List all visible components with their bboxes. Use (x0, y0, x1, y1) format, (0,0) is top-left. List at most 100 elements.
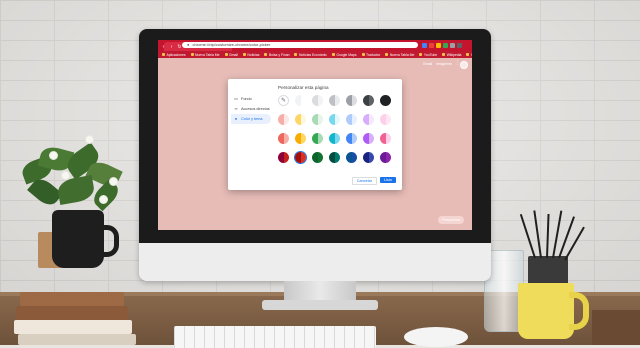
extension-icon[interactable] (429, 43, 434, 48)
swatch-right-half (283, 152, 289, 163)
screen: ‹ › ↻ ● chrome://ntp/customize-chrome/co… (158, 40, 472, 230)
swatch-right-half (351, 152, 357, 163)
address-bar[interactable]: ● chrome://ntp/customize-chrome/color-pi… (182, 42, 418, 48)
bookmark-item[interactable]: Bolsa y Finan (264, 53, 289, 57)
swatch-right-half (334, 114, 340, 125)
color-swatch[interactable] (278, 133, 289, 144)
done-button[interactable]: Listo (379, 177, 396, 183)
color-swatch[interactable] (346, 95, 357, 106)
bookmark-item[interactable]: YouTube (419, 53, 437, 57)
bookmark-label: Aplicaciones (166, 52, 186, 57)
color-swatch[interactable] (346, 133, 357, 144)
bookmark-favicon-icon (331, 53, 335, 56)
color-swatch[interactable] (278, 114, 289, 125)
swatch-right-half (385, 133, 391, 144)
color-swatch[interactable] (312, 152, 323, 163)
bookmark-label: YouTube (423, 52, 438, 57)
extension-icon[interactable] (443, 43, 448, 48)
swatch-right-half (351, 114, 357, 125)
book (16, 306, 128, 320)
color-swatch[interactable] (329, 114, 340, 125)
bookmark-item[interactable]: Aplicaciones (162, 53, 186, 57)
color-swatch[interactable] (363, 114, 374, 125)
bookmark-label: Nueva Tabla Me (389, 52, 415, 57)
bookmark-item[interactable]: Noticias (242, 53, 259, 57)
color-swatch[interactable] (312, 114, 323, 125)
color-swatch[interactable] (346, 114, 357, 125)
color-swatch[interactable] (295, 133, 306, 144)
bookmark-favicon-icon (190, 53, 194, 56)
color-swatch[interactable] (295, 95, 306, 106)
plant-pot-handle (98, 225, 119, 257)
link-icon: ∞ (234, 106, 238, 111)
flower (50, 152, 57, 159)
book (14, 320, 132, 334)
color-swatch[interactable] (295, 152, 306, 163)
eyedropper-icon: ✎ (280, 98, 287, 104)
bookmark-item[interactable]: Gmail (224, 53, 238, 57)
color-swatch[interactable] (312, 133, 323, 144)
swatch-right-half (334, 95, 340, 106)
swatch-right-half (283, 133, 289, 144)
color-swatch[interactable] (329, 133, 340, 144)
bookmark-item[interactable]: Wikipedia (442, 53, 461, 57)
bookmark-item[interactable]: Google Maps (331, 53, 357, 57)
swatch-right-half (368, 95, 374, 106)
swatch-right-half (351, 95, 357, 106)
color-swatch[interactable] (278, 152, 289, 163)
swatch-right-half (368, 133, 374, 144)
color-swatch[interactable] (329, 95, 340, 106)
wooden-box (592, 310, 640, 345)
nav-item-2[interactable]: ● Color y tema (231, 114, 271, 124)
bookmark-item[interactable]: Ver todos (466, 53, 472, 57)
dialog-actions: Cancelar Listo (351, 177, 396, 185)
monitor-stand-base (262, 300, 378, 310)
color-swatch[interactable] (295, 114, 306, 125)
bookmark-favicon-icon (385, 53, 389, 56)
color-swatch[interactable] (329, 152, 340, 163)
custom-color-swatch[interactable]: ✎ (278, 95, 289, 106)
color-swatch[interactable] (380, 95, 391, 106)
bookmark-favicon-icon (442, 53, 446, 56)
customize-button[interactable]: Personalizar (438, 216, 464, 224)
color-swatch[interactable] (363, 95, 374, 106)
color-swatch[interactable] (380, 114, 391, 125)
nav-item-label: Color y tema (241, 117, 263, 121)
address-bar-url: chrome://ntp/customize-chrome/color-pick… (192, 42, 271, 47)
palette-icon: ● (234, 116, 238, 121)
avatar[interactable] (460, 61, 468, 69)
yellow-mug (518, 283, 574, 339)
gmail-link[interactable]: Gmail (423, 62, 432, 66)
bookmark-favicon-icon (361, 53, 365, 56)
nav-item-0[interactable]: ▭ Fondo (231, 94, 271, 104)
bookmark-favicon-icon (224, 53, 228, 56)
swatch-right-half (317, 114, 323, 125)
bookmark-item[interactable]: Nueva Tabla Me (190, 53, 220, 57)
flower (86, 136, 93, 143)
forward-icon[interactable]: › (169, 45, 174, 50)
dialog-title: Personalizar esta página (278, 85, 329, 90)
color-swatch[interactable] (363, 133, 374, 144)
color-swatch[interactable] (363, 152, 374, 163)
extension-icon[interactable] (422, 43, 427, 48)
bookmark-label: Wikipedia (446, 52, 462, 57)
color-swatch[interactable] (312, 95, 323, 106)
top-links: Gmail Imágenes (423, 62, 452, 66)
bookmark-label: Traductor (366, 52, 381, 57)
color-swatch[interactable] (380, 152, 391, 163)
bookmark-item[interactable]: Nueva Tabla Me (385, 53, 414, 57)
color-swatch[interactable] (346, 152, 357, 163)
back-icon[interactable]: ‹ (161, 45, 166, 50)
mouse (404, 327, 468, 347)
bookmark-label: Noticias Económic (298, 52, 327, 57)
extension-icon[interactable] (457, 43, 462, 48)
bookmark-item[interactable]: Noticias Económic (294, 52, 327, 57)
extension-icon[interactable] (436, 43, 441, 48)
book-stack (14, 262, 136, 345)
cancel-button[interactable]: Cancelar (351, 177, 377, 185)
images-link[interactable]: Imágenes (436, 62, 452, 66)
color-swatch[interactable] (380, 133, 391, 144)
nav-item-1[interactable]: ∞ Accesos directos (231, 104, 271, 114)
bookmark-item[interactable]: Traductor (361, 52, 381, 57)
extension-icon[interactable] (450, 43, 455, 48)
